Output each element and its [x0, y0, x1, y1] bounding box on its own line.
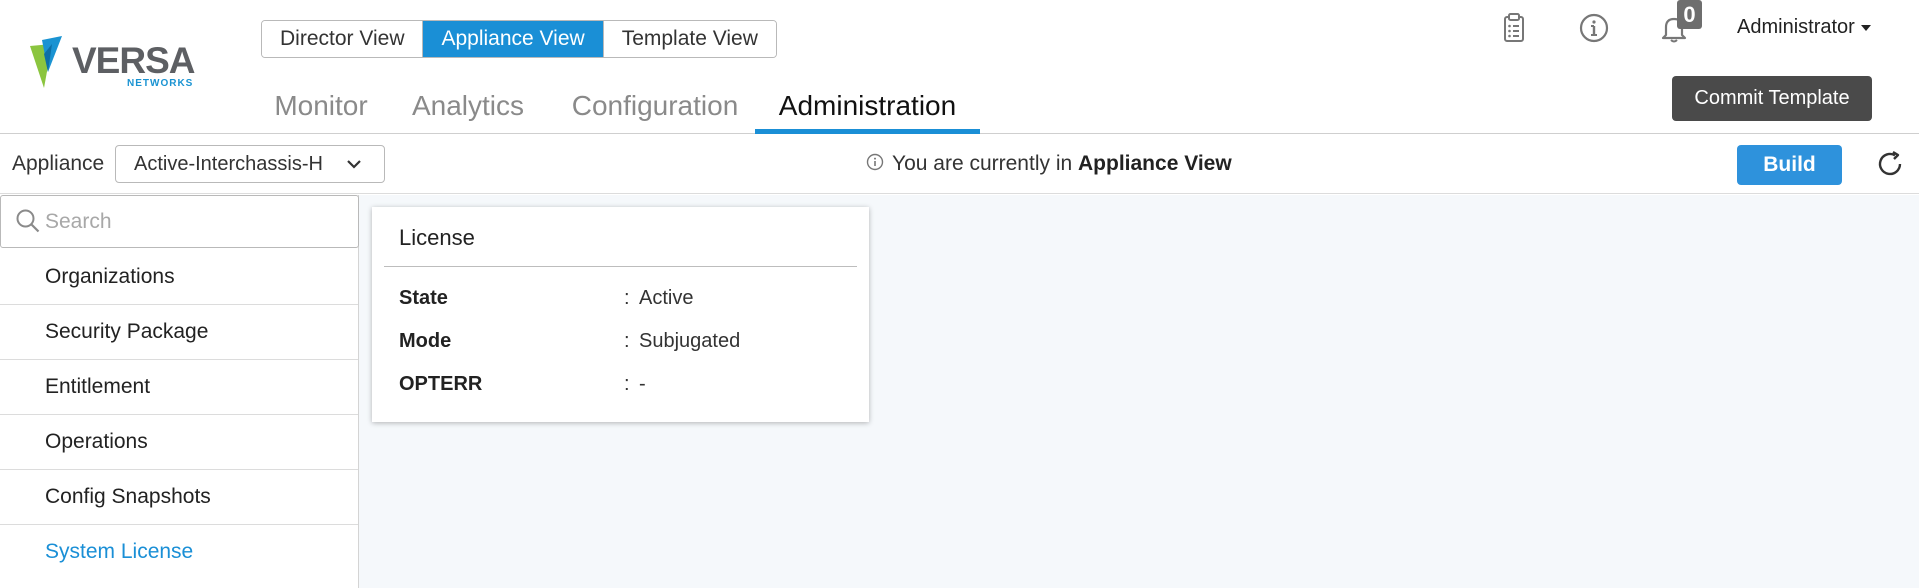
- sidebar-item-security-package[interactable]: Security Package: [0, 305, 358, 360]
- versa-logo-icon: [30, 36, 62, 88]
- license-key: State: [399, 287, 448, 309]
- appliance-selected-value: Active-Interchassis-H: [134, 153, 323, 175]
- tab-configuration[interactable]: Configuration: [560, 84, 750, 134]
- user-name: Administrator: [1737, 16, 1855, 38]
- app-header: VERSA NETWORKS Director View Appliance V…: [0, 0, 1919, 134]
- license-value: Active: [639, 287, 694, 309]
- notification-count-badge: 0: [1677, 0, 1702, 29]
- license-details: State : Active Mode : Subjugated OPTERR …: [399, 281, 859, 410]
- versa-logo[interactable]: VERSA NETWORKS: [28, 36, 203, 92]
- view-info-prefix: You are currently in: [892, 152, 1073, 175]
- license-value: -: [639, 373, 646, 395]
- appliance-select[interactable]: Active-Interchassis-H: [115, 145, 385, 183]
- search-input[interactable]: [45, 206, 345, 238]
- appliance-label: Appliance: [12, 152, 105, 175]
- sidebar-item-config-snapshots[interactable]: Config Snapshots: [0, 470, 358, 525]
- search-icon: [16, 209, 40, 233]
- director-view-button[interactable]: Director View: [262, 21, 424, 57]
- license-card: License State : Active Mode : Subjugated…: [372, 207, 869, 422]
- chevron-down-icon: [347, 160, 361, 169]
- sidebar-item-organizations[interactable]: Organizations: [0, 250, 358, 305]
- license-separator: :: [624, 287, 630, 309]
- license-row-opterr: OPTERR : -: [399, 367, 859, 410]
- license-key: OPTERR: [399, 373, 483, 395]
- license-key: Mode: [399, 330, 452, 352]
- template-view-button[interactable]: Template View: [603, 21, 776, 57]
- license-card-divider: [384, 266, 857, 267]
- logo-wordmark: VERSA: [72, 40, 195, 81]
- tab-monitor[interactable]: Monitor: [265, 84, 377, 134]
- view-info-view: Appliance View: [1078, 152, 1232, 175]
- logo-subtext: NETWORKS: [127, 78, 194, 89]
- appliance-view-button[interactable]: Appliance View: [423, 21, 604, 57]
- build-button[interactable]: Build: [1737, 145, 1842, 185]
- clipboard-icon[interactable]: [1497, 11, 1531, 45]
- search-box: [0, 195, 359, 248]
- sidebar-item-operations[interactable]: Operations: [0, 415, 358, 470]
- main-content: Organizations Security Package Entitleme…: [0, 195, 1919, 588]
- sidebar-item-entitlement[interactable]: Entitlement: [0, 360, 358, 415]
- license-separator: :: [624, 330, 630, 352]
- license-card-title: License: [399, 225, 475, 250]
- refresh-icon[interactable]: [1876, 149, 1906, 179]
- view-info-message: You are currently in Appliance View: [866, 152, 1232, 176]
- tab-administration[interactable]: Administration: [755, 84, 980, 134]
- sidebar-menu: Organizations Security Package Entitleme…: [0, 250, 358, 580]
- license-row-mode: Mode : Subjugated: [399, 324, 859, 367]
- sidebar-item-system-license[interactable]: System License: [0, 525, 358, 580]
- commit-template-button[interactable]: Commit Template: [1672, 76, 1872, 121]
- info-icon[interactable]: [1577, 11, 1611, 45]
- sidebar: Organizations Security Package Entitleme…: [0, 195, 359, 588]
- user-menu[interactable]: Administrator: [1737, 16, 1871, 39]
- license-separator: :: [624, 373, 630, 395]
- appliance-bar: Appliance Active-Interchassis-H You are …: [0, 135, 1919, 194]
- caret-down-icon: [1860, 24, 1871, 31]
- view-toggle: Director View Appliance View Template Vi…: [261, 20, 777, 58]
- license-row-state: State : Active: [399, 281, 859, 324]
- tab-analytics[interactable]: Analytics: [407, 84, 529, 134]
- info-small-icon: [866, 154, 884, 171]
- license-value: Subjugated: [639, 330, 741, 352]
